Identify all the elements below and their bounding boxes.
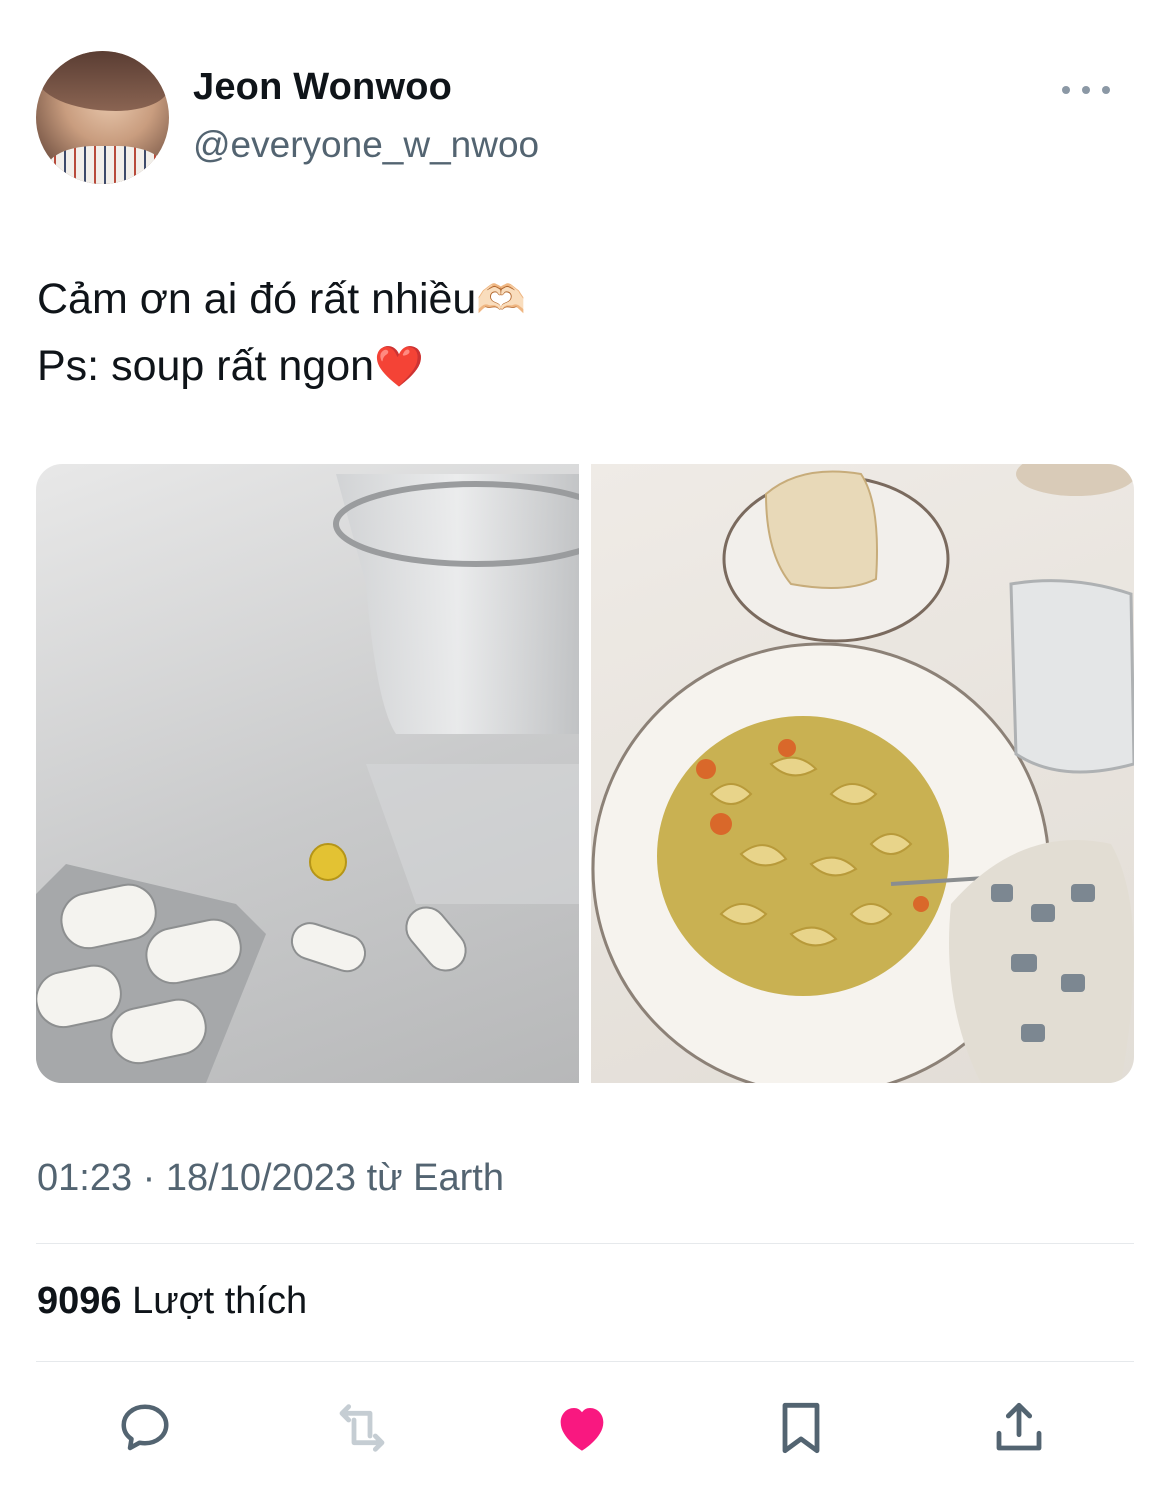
likes-label: Lượt thích — [132, 1280, 308, 1322]
tweet-text-line2-text: Ps: soup rất ngon — [37, 342, 375, 390]
avatar-shirt — [46, 146, 166, 184]
share-icon — [996, 1402, 1042, 1451]
reply-icon — [121, 1404, 169, 1451]
pills-photo-illustration — [36, 474, 579, 1083]
share-button[interactable] — [986, 1395, 1052, 1461]
author-handle[interactable]: @everyone_w_nwoo — [193, 124, 539, 166]
reply-button[interactable] — [112, 1395, 178, 1461]
divider — [36, 1243, 1134, 1244]
tweet-photo-pills[interactable] — [36, 464, 579, 1083]
tweet-text-line1-text: Cảm ơn ai đó rất nhiều — [37, 275, 477, 323]
retweet-icon — [339, 1404, 385, 1452]
author-display-name[interactable]: Jeon Wonwoo — [193, 66, 452, 109]
avatar-hair — [36, 51, 169, 111]
heart-hands-emoji: 🫶🏻 — [476, 278, 527, 322]
bookmark-icon — [782, 1402, 820, 1454]
dot — [1102, 86, 1110, 94]
author-avatar[interactable] — [36, 51, 169, 184]
heart-icon — [560, 1408, 604, 1451]
divider — [36, 1361, 1134, 1362]
tweet-photo-soup[interactable] — [591, 464, 1134, 1083]
more-options-icon[interactable] — [1062, 76, 1110, 104]
tweet-text: Cảm ơn ai đó rất nhiều🫶🏻 Ps: soup rất ng… — [37, 266, 526, 400]
dot — [1062, 86, 1070, 94]
soup-photo-illustration — [591, 464, 1134, 1083]
retweet-button[interactable] — [329, 1395, 395, 1461]
tweet-text-line2: Ps: soup rất ngon❤️ — [37, 333, 526, 400]
tweet-timestamp[interactable]: 01:23 · 18/10/2023 từ Earth — [37, 1157, 504, 1200]
likes-count: 9096 — [37, 1280, 122, 1322]
like-button[interactable] — [549, 1395, 615, 1461]
bookmark-button[interactable] — [768, 1395, 834, 1461]
likes-summary[interactable]: 9096 Lượt thích — [37, 1280, 307, 1323]
dot — [1082, 86, 1090, 94]
red-heart-emoji: ❤️ — [374, 345, 424, 389]
tweet-text-line1: Cảm ơn ai đó rất nhiều🫶🏻 — [37, 266, 526, 333]
